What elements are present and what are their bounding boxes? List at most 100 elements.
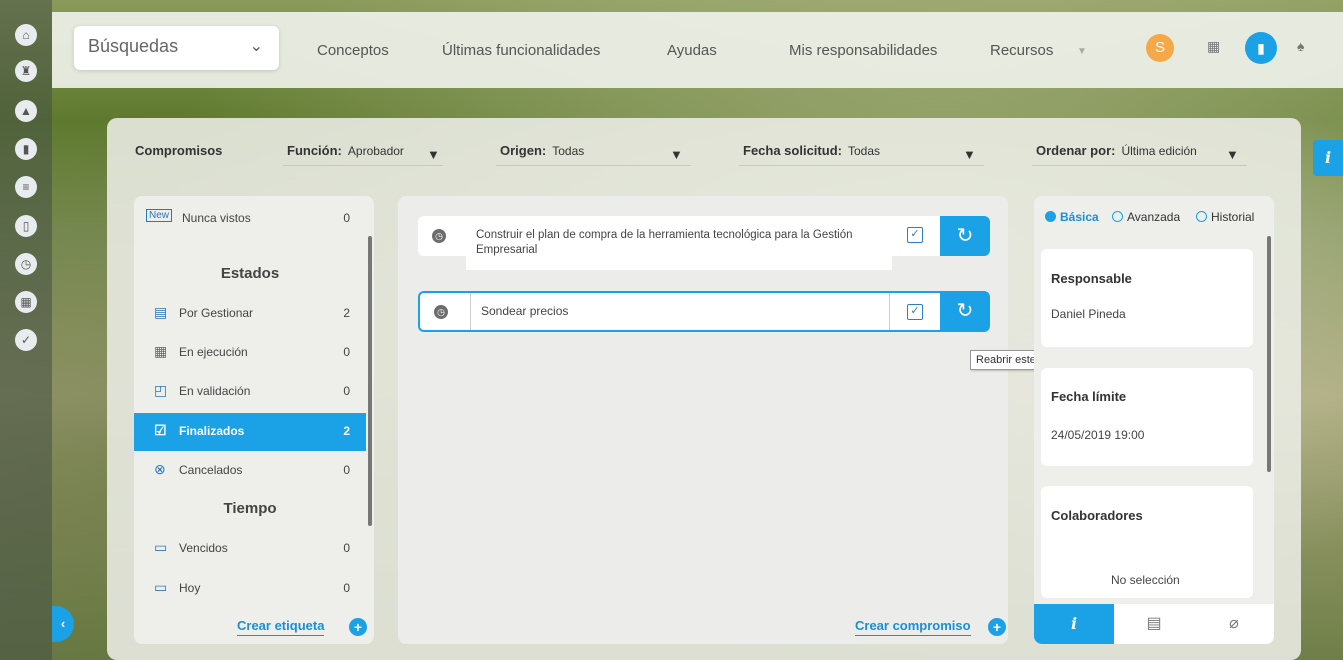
calendar-icon[interactable]: ▦ xyxy=(15,291,37,313)
book-icon[interactable]: ▯ xyxy=(15,215,37,237)
filter-fecha[interactable]: Fecha solicitud: Todas xyxy=(743,143,880,158)
plus-icon[interactable]: + xyxy=(988,618,1006,636)
colaboradores-label: Colaboradores xyxy=(1051,508,1143,523)
estado-count: 0 xyxy=(343,345,350,359)
estado-item-en-ejecucion[interactable]: ▦ En ejecución 0 xyxy=(134,334,366,370)
commitment-card-2[interactable]: ◷ Sondear precios ✓ xyxy=(418,291,940,332)
right-scrollbar[interactable] xyxy=(1267,236,1271,472)
estado-item-por-gestionar[interactable]: ▤ Por Gestionar 2 xyxy=(134,295,366,331)
radio-label: Historial xyxy=(1211,210,1255,224)
estado-label: Por Gestionar xyxy=(179,306,254,320)
filter-funcion[interactable]: Función: Aprobador xyxy=(287,143,404,158)
colaboradores-value: No selección xyxy=(1111,573,1180,587)
filter-funcion-label: Función: xyxy=(287,143,342,158)
responsable-value: Daniel Pineda xyxy=(1051,307,1126,321)
tiempo-label: Hoy xyxy=(179,581,201,595)
plus-icon[interactable]: + xyxy=(349,618,367,636)
nav-ultimas[interactable]: Últimas funcionalidades xyxy=(442,42,600,59)
check-icon[interactable]: ✓ xyxy=(907,304,923,320)
filter-ordenar-label: Ordenar por: xyxy=(1036,143,1116,158)
responsable-card: Responsable Daniel Pineda xyxy=(1041,249,1253,347)
estado-item-finalizados[interactable]: ☑ Finalizados 2 xyxy=(134,413,366,451)
estado-label: Cancelados xyxy=(179,463,243,477)
colaboradores-card: Colaboradores No selección xyxy=(1041,486,1253,598)
home-icon[interactable]: ⌂ xyxy=(15,24,37,46)
radio-avanzada[interactable]: Avanzada xyxy=(1112,210,1180,224)
radio-historial[interactable]: Historial xyxy=(1196,210,1254,224)
chevron-down-icon: ▼ xyxy=(963,147,976,162)
filter-fecha-label: Fecha solicitud: xyxy=(743,143,842,158)
clock-icon: ◷ xyxy=(434,305,448,319)
search-select[interactable]: Búsquedas ⌄ xyxy=(74,26,279,70)
calendar-page-icon: ▭ xyxy=(154,579,168,595)
tiempo-count: 0 xyxy=(343,581,350,595)
tiempo-item-vencidos[interactable]: ▭ Vencidos 0 xyxy=(134,530,366,566)
estado-label: Finalizados xyxy=(179,424,245,438)
check-icon[interactable]: ✓ xyxy=(907,227,923,243)
reopen-button[interactable]: ↻ xyxy=(940,216,990,256)
calendar-icon: ▤ xyxy=(154,304,168,320)
info-side-button[interactable]: i xyxy=(1313,140,1343,176)
nunca-vistos-label: Nunca vistos xyxy=(182,211,251,225)
commitment-card-1[interactable]: ◷ Construir el plan de compra de la herr… xyxy=(418,216,940,270)
estado-item-en-validacion[interactable]: ◰ En validación 0 xyxy=(134,373,366,409)
nav-recursos[interactable]: Recursos xyxy=(990,42,1053,59)
left-rail: ⌂ ♜ ▲ ▮ ≡ ▯ ◷ ▦ ✓ xyxy=(0,0,52,660)
tower-icon[interactable]: ♜ xyxy=(15,60,37,82)
reopen-button[interactable]: ↻ xyxy=(940,291,990,332)
estado-label: En validación xyxy=(179,384,251,398)
fecha-limite-card: Fecha límite 24/05/2019 19:00 xyxy=(1041,368,1253,466)
chevron-down-icon: ▼ xyxy=(427,147,440,162)
book-icon[interactable]: ▮ xyxy=(1245,32,1277,64)
filter-ordenar[interactable]: Ordenar por: Última edición xyxy=(1036,143,1197,158)
filter-fecha-value: Todas xyxy=(847,144,880,158)
check-square-icon: ☑ xyxy=(154,422,167,438)
responsable-label: Responsable xyxy=(1051,271,1132,286)
mountain-icon[interactable]: ▲ xyxy=(15,100,37,122)
nav-conceptos[interactable]: Conceptos xyxy=(317,42,389,59)
info-icon[interactable]: i xyxy=(1034,604,1114,644)
chart-icon[interactable]: ▮ xyxy=(15,138,37,160)
filters-title: Compromisos xyxy=(135,143,223,158)
radio-label: Básica xyxy=(1060,210,1099,224)
radio-basica[interactable]: Básica xyxy=(1045,210,1099,224)
estados-title: Estados xyxy=(220,265,280,282)
comment-icon[interactable]: ▤ xyxy=(1114,604,1194,644)
create-commitment-button[interactable]: Crear compromiso xyxy=(855,618,971,636)
filter-origen-value: Todas xyxy=(552,144,585,158)
estado-count: 0 xyxy=(343,384,350,398)
divider xyxy=(496,165,691,166)
document-search-icon: ◰ xyxy=(154,382,168,398)
create-tag-button[interactable]: Crear etiqueta xyxy=(237,618,325,636)
commitment-text: Construir el plan de compra de la herram… xyxy=(466,216,892,270)
nunca-vistos-item[interactable]: New Nunca vistos 0 xyxy=(134,200,366,236)
commitment-text: Sondear precios xyxy=(470,293,890,330)
calendar-grid-icon: ▦ xyxy=(154,343,168,359)
calendar-page-icon: ▭ xyxy=(154,539,168,555)
search-label: Búsquedas xyxy=(88,36,179,56)
fecha-limite-label: Fecha límite xyxy=(1051,389,1127,404)
divider xyxy=(283,165,443,166)
bell-icon[interactable]: ♠ xyxy=(1297,38,1304,54)
estado-count: 2 xyxy=(343,306,350,320)
cancel-circle-icon: ⊗ xyxy=(154,461,166,477)
nav-responsabilidades[interactable]: Mis responsabilidades xyxy=(789,42,937,59)
filter-funcion-value: Aprobador xyxy=(347,144,404,158)
clock-icon: ◷ xyxy=(432,229,446,243)
tiempo-item-hoy[interactable]: ▭ Hoy 0 xyxy=(134,570,366,606)
chevron-down-icon: ⌄ xyxy=(249,38,263,55)
calendar-icon[interactable]: ▦ xyxy=(1207,38,1220,55)
filter-origen-label: Origen: xyxy=(500,143,547,158)
tiempo-label: Vencidos xyxy=(179,541,228,555)
radio-dot-icon xyxy=(1196,211,1207,222)
nav-ayudas[interactable]: Ayudas xyxy=(667,42,717,59)
check-circle-icon[interactable]: ✓ xyxy=(15,329,37,351)
menu-icon[interactable]: ≡ xyxy=(15,176,37,198)
clock-icon[interactable]: ◷ xyxy=(15,253,37,275)
estado-item-cancelados[interactable]: ⊗ Cancelados 0 xyxy=(134,452,366,488)
paperclip-icon[interactable]: ⌀ xyxy=(1194,604,1274,644)
filter-origen[interactable]: Origen: Todas xyxy=(500,143,584,158)
avatar[interactable]: S xyxy=(1146,34,1174,62)
tiempo-title: Tiempo xyxy=(223,500,277,517)
left-scrollbar[interactable] xyxy=(368,236,372,526)
